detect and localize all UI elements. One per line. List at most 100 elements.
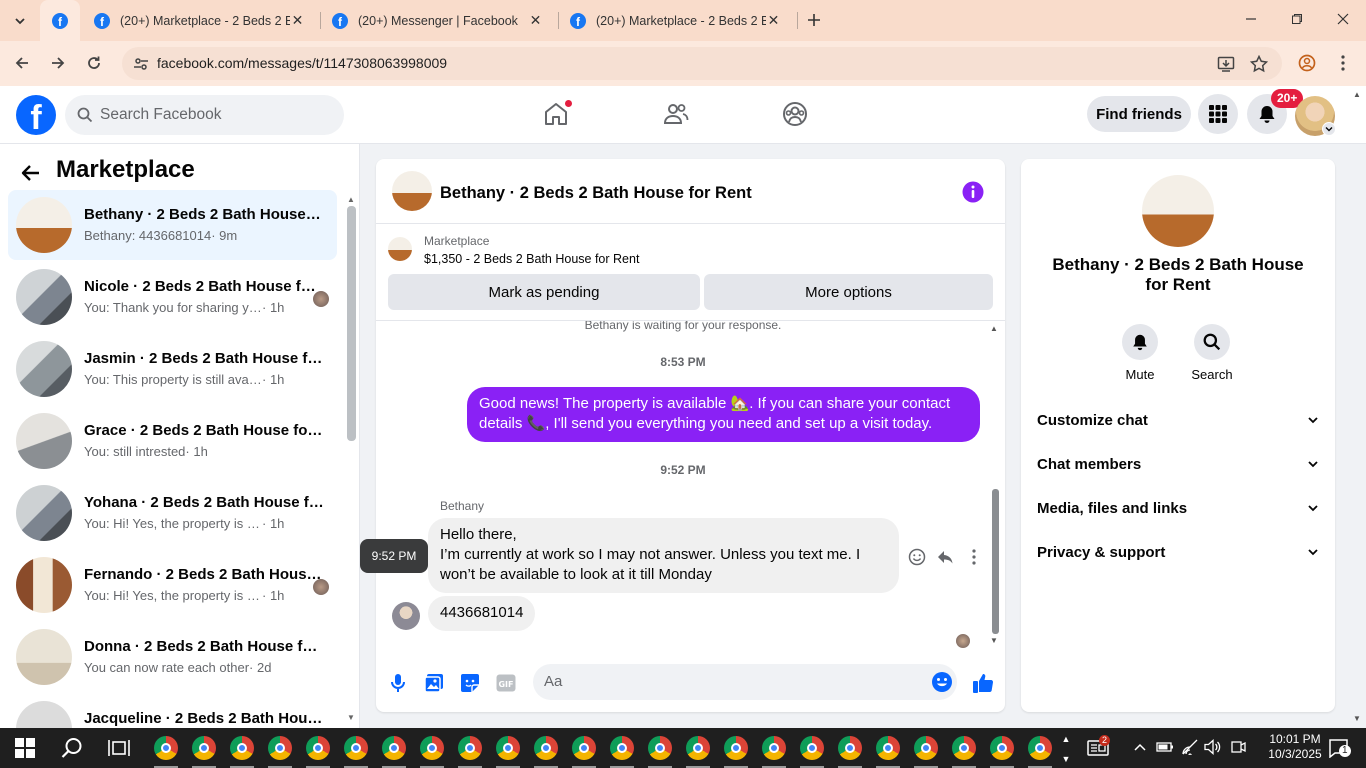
tab-search-chevron-icon[interactable] (6, 7, 33, 34)
groups-icon[interactable] (781, 100, 809, 128)
microphone-icon[interactable] (387, 672, 409, 694)
chrome-taskbar-icon[interactable] (268, 736, 292, 760)
new-tab-plus-icon[interactable] (805, 11, 823, 29)
task-view-icon[interactable] (107, 736, 131, 760)
tab-marketplace-1[interactable]: f (20+) Marketplace - 2 Beds 2 Bath ✕ (82, 0, 318, 41)
chrome-taskbar-icon[interactable] (876, 736, 900, 760)
site-settings-icon[interactable] (132, 55, 149, 72)
chrome-taskbar-icon[interactable] (952, 736, 976, 760)
chat-scrollbar[interactable] (992, 489, 999, 634)
conversation-row[interactable]: Donna · 2 Beds 2 Bath House for Rent You … (8, 622, 337, 692)
sticker-icon[interactable] (459, 672, 481, 694)
sender-avatar[interactable] (392, 602, 420, 630)
conversation-avatar-large[interactable] (1142, 175, 1214, 247)
close-tab-icon[interactable]: ✕ (765, 12, 782, 29)
chrome-taskbar-icon[interactable] (496, 736, 520, 760)
reply-icon[interactable] (936, 548, 954, 566)
scroll-down-arrow[interactable]: ▼ (347, 714, 357, 722)
taskbar-search-icon[interactable] (60, 736, 84, 760)
scroll-up-arrow[interactable]: ▲ (990, 325, 1000, 333)
incoming-message[interactable]: 4436681014 (428, 596, 536, 631)
privacy-support-section[interactable]: Privacy & support (1037, 540, 1319, 564)
info-icon[interactable] (962, 181, 984, 203)
chrome-taskbar-icon[interactable] (344, 736, 368, 760)
gif-icon[interactable]: GIF (495, 672, 517, 694)
emoji-icon[interactable] (931, 671, 953, 693)
conversation-row[interactable]: Nicole · 2 Beds 2 Bath House for Rent You… (8, 262, 337, 332)
conversation-title[interactable]: Bethany · 2 Beds 2 Bath House for Rent (440, 184, 752, 203)
mute-button[interactable]: Mute (1110, 324, 1170, 382)
chrome-taskbar-icon[interactable] (762, 736, 786, 760)
like-thumbs-up-icon[interactable] (972, 672, 994, 694)
tray-scroll-up-icon[interactable]: ▲ (1057, 730, 1075, 748)
browser-menu-icon[interactable] (1333, 53, 1353, 73)
chrome-taskbar-icon[interactable] (534, 736, 558, 760)
outgoing-message[interactable]: Good news! The property is available 🏡. … (467, 387, 980, 442)
conversation-row[interactable]: Jacqueline · 2 Beds 2 Bath House for Ren… (8, 694, 337, 728)
chrome-taskbar-icon[interactable] (230, 736, 254, 760)
chrome-taskbar-icon[interactable] (610, 736, 634, 760)
close-tab-icon[interactable]: ✕ (289, 12, 306, 29)
omnibox[interactable]: facebook.com/messages/t/1147308063998009 (122, 47, 1282, 80)
chrome-taskbar-icon[interactable] (154, 736, 178, 760)
find-friends-button[interactable]: Find friends (1087, 96, 1191, 132)
search-facebook-input[interactable]: Search Facebook (65, 95, 344, 135)
page-scroll-up-arrow[interactable]: ▲ (1353, 90, 1361, 99)
menu-grid-icon[interactable] (1198, 94, 1238, 134)
tab-messenger[interactable]: f (20+) Messenger | Facebook ✕ (320, 0, 556, 41)
conversation-row[interactable]: Bethany · 2 Beds 2 Bath House for Rent Be… (8, 190, 337, 260)
system-clock[interactable]: 10:01 PM 10/3/2025 (1265, 732, 1325, 762)
bookmark-star-icon[interactable] (1249, 54, 1268, 73)
conversation-row[interactable]: Grace · 2 Beds 2 Bath House for Rent You:… (8, 406, 337, 476)
media-files-links-section[interactable]: Media, files and links (1037, 496, 1319, 520)
tray-scroll-down-icon[interactable]: ▼ (1057, 750, 1075, 768)
scroll-down-arrow[interactable]: ▼ (990, 637, 1000, 645)
chrome-taskbar-icon[interactable] (306, 736, 330, 760)
install-app-icon[interactable] (1216, 54, 1235, 73)
facebook-logo-icon[interactable]: f (16, 95, 56, 135)
chrome-taskbar-icon[interactable] (800, 736, 824, 760)
tab-marketplace-2[interactable]: f (20+) Marketplace - 2 Beds 2 Bath ✕ (558, 0, 794, 41)
chrome-taskbar-icon[interactable] (990, 736, 1014, 760)
chat-members-section[interactable]: Chat members (1037, 452, 1319, 476)
minimize-icon[interactable] (1242, 10, 1260, 28)
conversation-avatar[interactable] (392, 171, 432, 211)
listing-title[interactable]: $1,350 - 2 Beds 2 Bath House for Rent (424, 252, 639, 266)
windows-start-icon[interactable] (13, 736, 37, 760)
chrome-taskbar-icon[interactable] (420, 736, 444, 760)
volume-icon[interactable] (1204, 738, 1222, 756)
conversation-row[interactable]: Yohana · 2 Beds 2 Bath House for Rent You… (8, 478, 337, 548)
close-window-icon[interactable] (1334, 10, 1352, 28)
customize-chat-section[interactable]: Customize chat (1037, 408, 1319, 432)
conversation-row[interactable]: Fernando · 2 Beds 2 Bath House for Rent Y… (8, 550, 337, 620)
back-arrow-icon[interactable] (20, 162, 42, 184)
back-arrow-icon[interactable] (12, 53, 32, 73)
listing-thumbnail[interactable] (388, 237, 412, 261)
attach-photo-icon[interactable] (423, 672, 445, 694)
conversation-row[interactable]: Jasmin · 2 Beds 2 Bath House for Rent You… (8, 334, 337, 404)
mark-as-pending-button[interactable]: Mark as pending (388, 274, 700, 310)
chrome-taskbar-icon[interactable] (724, 736, 748, 760)
more-options-button[interactable]: More options (704, 274, 993, 310)
profile-icon[interactable] (1297, 53, 1317, 73)
friends-icon[interactable] (662, 100, 690, 128)
meet-now-icon[interactable] (1229, 738, 1247, 756)
chrome-taskbar-icon[interactable] (914, 736, 938, 760)
reload-icon[interactable] (84, 53, 104, 73)
page-scroll-down-arrow[interactable]: ▼ (1353, 714, 1361, 723)
close-tab-icon[interactable]: ✕ (527, 12, 544, 29)
restore-icon[interactable] (1288, 10, 1306, 28)
scroll-up-arrow[interactable]: ▲ (347, 196, 357, 204)
forward-arrow-icon[interactable] (48, 53, 68, 73)
message-more-icon[interactable] (965, 548, 983, 566)
chrome-taskbar-icon[interactable] (572, 736, 596, 760)
show-hidden-icons-chevron[interactable] (1131, 738, 1149, 756)
sidebar-scrollbar[interactable] (347, 206, 356, 441)
chrome-taskbar-icon[interactable] (1028, 736, 1052, 760)
tab-pinned-facebook[interactable]: f (40, 0, 80, 41)
chrome-taskbar-icon[interactable] (192, 736, 216, 760)
battery-icon[interactable] (1156, 738, 1174, 756)
message-input[interactable]: Aa (533, 664, 957, 700)
wifi-icon[interactable] (1181, 738, 1199, 756)
incoming-message[interactable]: Hello there, I’m currently at work so I … (428, 518, 899, 593)
